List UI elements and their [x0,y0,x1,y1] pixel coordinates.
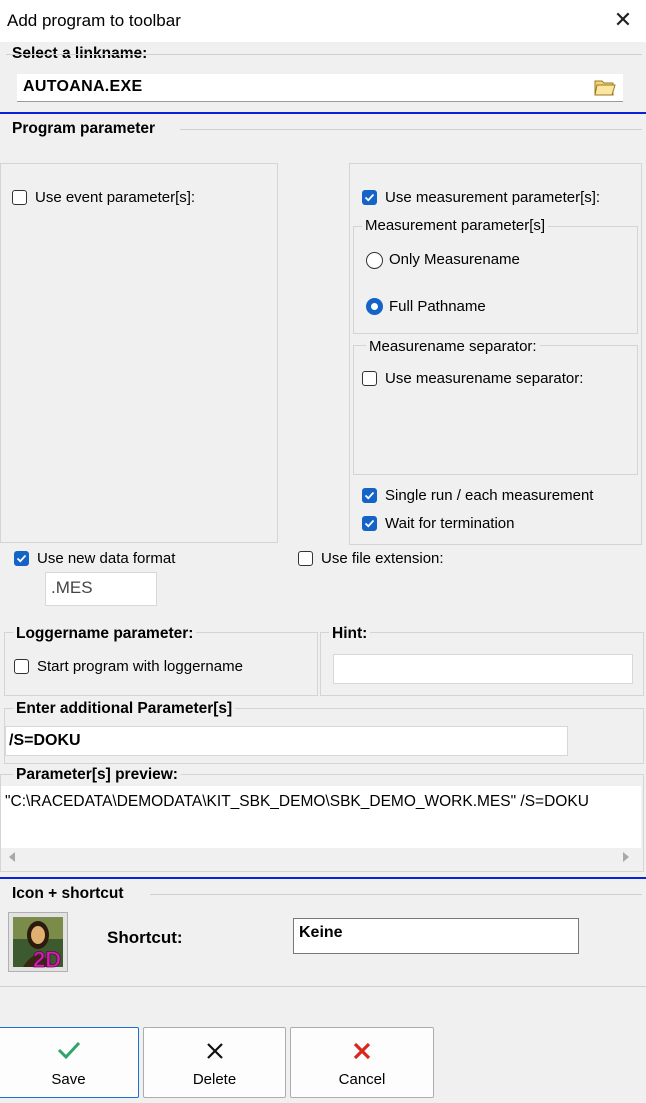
blue-separator-top [0,112,646,114]
preview-area[interactable]: "C:\RACEDATA\DEMODATA\KIT_SBK_DEMO\SBK_D… [1,786,641,848]
additional-section-title: Enter additional Parameter[s] [13,700,236,718]
hint-field[interactable] [333,654,633,684]
full-pathname-label: Full Pathname [389,298,486,315]
save-button[interactable]: Save [0,1027,139,1098]
event-parameter-checkbox[interactable] [12,190,27,205]
file-extension-checkbox[interactable] [298,551,313,566]
program-divider [180,129,642,130]
linkname-value: AUTOANA.EXE [23,78,143,95]
linkname-field[interactable]: AUTOANA.EXE [17,74,623,102]
program-section-title: Program parameter [12,120,156,137]
measurement-parameter-label: Use measurement parameter[s]: [385,189,601,206]
shortcut-value: Keine [299,924,343,941]
window-title: Add program to toolbar [7,11,181,30]
measurement-group-box [353,226,638,334]
use-separator-label: Use measurename separator: [385,370,584,387]
shortcut-field[interactable]: Keine [293,918,579,954]
new-data-format-label: Use new data format [37,550,176,567]
single-run-checkbox[interactable] [362,488,377,503]
additional-parameters-value: /S=DOKU [9,732,81,749]
icon-section-title: Icon + shortcut [12,885,124,902]
measurement-group-title: Measurement parameter[s] [362,217,549,234]
delete-button[interactable]: Delete [143,1027,286,1098]
new-data-format-checkbox[interactable] [14,551,29,566]
linkname-underline [17,101,623,102]
wait-termination-checkbox[interactable] [362,516,377,531]
hint-section-title: Hint: [329,625,371,643]
event-parameter-label: Use event parameter[s]: [35,189,196,206]
single-run-label: Single run / each measurement [385,487,594,504]
data-format-value: .MES [51,578,93,597]
program-icon-button[interactable]: 2D [8,912,68,972]
separator-group-title: Measurename separator: [366,338,540,355]
checkmark-icon [0,1040,138,1064]
start-loggername-label: Start program with loggername [37,658,243,675]
data-format-field[interactable]: .MES [45,572,157,606]
delete-x-icon [144,1040,285,1066]
cancel-button[interactable]: Cancel [290,1027,434,1098]
logger-section-title: Loggername parameter: [13,625,197,643]
preview-text: "C:\RACEDATA\DEMODATA\KIT_SBK_DEMO\SBK_D… [5,793,589,810]
open-folder-icon[interactable] [593,77,617,101]
svg-text:2D: 2D [33,947,61,971]
linkname-divider [6,54,642,55]
shortcut-label: Shortcut: [107,928,183,947]
close-icon[interactable]: ✕ [610,8,636,32]
event-panel [0,163,278,543]
blue-separator-bottom [0,877,646,879]
preview-section-title: Parameter[s] preview: [13,766,181,784]
cancel-label: Cancel [338,1071,386,1088]
use-separator-checkbox[interactable] [362,371,377,386]
separator-group-box [353,345,638,475]
icon-divider [150,894,642,895]
start-loggername-checkbox[interactable] [14,659,29,674]
scroll-right-icon[interactable] [623,852,629,862]
mona-lisa-2d-icon: 2D [13,917,63,972]
full-pathname-radio[interactable] [366,298,383,315]
save-label: Save [51,1071,86,1088]
measurement-parameter-checkbox[interactable] [362,190,377,205]
file-extension-label: Use file extension: [321,550,444,567]
footer-divider [0,986,646,987]
only-measurename-label: Only Measurename [389,251,520,268]
wait-termination-label: Wait for termination [385,515,515,532]
only-measurename-radio[interactable] [366,252,383,269]
scroll-left-icon[interactable] [9,852,15,862]
cancel-x-icon [291,1040,433,1066]
preview-scrollbar[interactable] [1,848,641,868]
delete-label: Delete [192,1071,237,1088]
additional-parameters-field[interactable]: /S=DOKU [5,726,568,756]
